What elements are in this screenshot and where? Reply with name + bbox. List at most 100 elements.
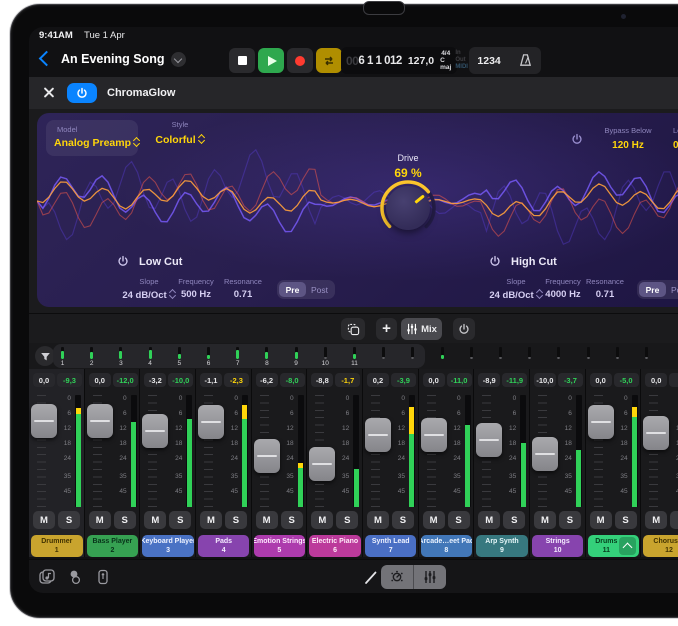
- solo-button[interactable]: S: [58, 511, 80, 529]
- pre-segment[interactable]: Pre: [279, 282, 306, 297]
- plugin-power-button[interactable]: [67, 83, 97, 103]
- play-button[interactable]: [258, 48, 284, 73]
- solo-button[interactable]: S: [336, 511, 358, 529]
- stop-button[interactable]: [229, 48, 255, 73]
- model-selector[interactable]: Model Analog Preamp: [46, 120, 138, 156]
- add-plugin-button[interactable]: +: [376, 318, 397, 340]
- paste-button[interactable]: [341, 318, 365, 340]
- mute-button[interactable]: M: [256, 511, 278, 529]
- track-label[interactable]: Chorus V12: [643, 535, 678, 557]
- post-segment[interactable]: Post: [666, 282, 678, 297]
- volume-value[interactable]: 0,0: [645, 373, 667, 387]
- knob-view-button[interactable]: [381, 565, 414, 589]
- track-label[interactable]: Keyboard Player3: [142, 535, 194, 557]
- low-cut-pre-post-toggle[interactable]: Pre Post: [277, 280, 335, 299]
- volume-value[interactable]: 0,0: [89, 373, 111, 387]
- model-value[interactable]: Analog Preamp: [54, 137, 140, 149]
- mixer-power-button[interactable]: [453, 318, 475, 340]
- pencil-icon[interactable]: [363, 570, 379, 586]
- bypass-below-value[interactable]: 120 Hz: [589, 140, 667, 151]
- controller-icon[interactable]: [95, 569, 111, 585]
- mute-button[interactable]: M: [478, 511, 500, 529]
- fader-handle[interactable]: [254, 439, 280, 473]
- solo-button[interactable]: S: [281, 511, 303, 529]
- mix-tab-button[interactable]: Mix: [401, 318, 442, 340]
- volume-value[interactable]: 0,0: [33, 373, 55, 387]
- fader-handle[interactable]: [365, 418, 391, 452]
- solo-button[interactable]: S: [114, 511, 136, 529]
- high-cut-power-icon[interactable]: [489, 255, 501, 267]
- volume-value[interactable]: 0,2: [367, 373, 389, 387]
- fader-handle[interactable]: [309, 447, 335, 481]
- solo-button[interactable]: S: [670, 511, 678, 529]
- volume-value[interactable]: 0,0: [423, 373, 445, 387]
- volume-value[interactable]: -6,2: [256, 373, 278, 387]
- record-button[interactable]: [287, 48, 313, 73]
- mute-button[interactable]: M: [423, 511, 445, 529]
- bypass-power-icon[interactable]: [571, 133, 583, 145]
- fader-handle[interactable]: [31, 404, 57, 438]
- mute-button[interactable]: M: [367, 511, 389, 529]
- volume-value[interactable]: -10,0: [534, 373, 556, 387]
- volume-value[interactable]: -8,9: [478, 373, 500, 387]
- fader-handle[interactable]: [142, 414, 168, 448]
- fader-handle[interactable]: [588, 405, 614, 439]
- cycle-button[interactable]: [316, 48, 342, 73]
- metronome-icon[interactable]: [518, 53, 533, 68]
- browser-icon[interactable]: [67, 569, 83, 585]
- solo-button[interactable]: S: [448, 511, 470, 529]
- volume-value[interactable]: -8,8: [311, 373, 333, 387]
- low-cut-resonance[interactable]: Resonance 0.71: [215, 277, 271, 300]
- close-icon[interactable]: [42, 86, 55, 99]
- mute-button[interactable]: M: [534, 511, 556, 529]
- mute-button[interactable]: M: [590, 511, 612, 529]
- track-label[interactable]: Bass Player2: [87, 535, 139, 557]
- track-label[interactable]: Electric Piano6: [309, 535, 361, 557]
- fader-handle[interactable]: [476, 423, 502, 457]
- level-control[interactable]: Level 0.0: [673, 126, 678, 151]
- volume-value[interactable]: 0,0: [590, 373, 612, 387]
- volume-value[interactable]: -3,2: [144, 373, 166, 387]
- bypass-below-control[interactable]: Bypass Below 120 Hz: [589, 126, 667, 151]
- count-in-group[interactable]: 1234: [469, 47, 541, 74]
- post-segment[interactable]: Post: [306, 282, 333, 297]
- fader-handle[interactable]: [421, 418, 447, 452]
- mute-button[interactable]: M: [33, 511, 55, 529]
- faders-view-button[interactable]: [414, 565, 446, 589]
- track-label[interactable]: Pads4: [198, 535, 250, 557]
- mute-button[interactable]: M: [311, 511, 333, 529]
- fader-handle[interactable]: [198, 405, 224, 439]
- track-label[interactable]: Drummer1: [31, 535, 83, 557]
- solo-button[interactable]: S: [225, 511, 247, 529]
- mute-button[interactable]: M: [144, 511, 166, 529]
- mute-button[interactable]: M: [89, 511, 111, 529]
- collapse-plugin-button[interactable]: [619, 537, 636, 555]
- solo-button[interactable]: S: [392, 511, 414, 529]
- track-label[interactable]: Drums11: [588, 535, 640, 557]
- style-value[interactable]: Colorful: [141, 134, 219, 146]
- track-label[interactable]: Arcade…eet Pad8: [421, 535, 473, 557]
- mute-button[interactable]: M: [200, 511, 222, 529]
- volume-value[interactable]: -1,1: [200, 373, 222, 387]
- loop-browser-icon[interactable]: [39, 569, 55, 585]
- low-cut-power-icon[interactable]: [117, 255, 129, 267]
- track-label[interactable]: Strings10: [532, 535, 584, 557]
- lcd-display[interactable]: 00 6 1 1 012 127,0 4/4C maj In OutMIDI: [341, 47, 457, 74]
- drive-knob[interactable]: [386, 186, 430, 230]
- count-in-button[interactable]: 1234: [477, 55, 500, 67]
- pre-segment[interactable]: Pre: [639, 282, 666, 297]
- mute-button[interactable]: M: [645, 511, 667, 529]
- back-icon[interactable]: [39, 51, 55, 67]
- song-title[interactable]: An Evening Song: [61, 52, 164, 66]
- high-cut-pre-post-toggle[interactable]: Pre Post: [637, 280, 678, 299]
- style-selector[interactable]: Style Colorful: [141, 120, 219, 146]
- high-cut-resonance[interactable]: Resonance 0.71: [577, 277, 633, 300]
- song-menu-button[interactable]: [171, 52, 186, 67]
- level-value[interactable]: 0.0: [673, 140, 678, 151]
- fader-handle[interactable]: [643, 416, 669, 450]
- solo-button[interactable]: S: [169, 511, 191, 529]
- fader-handle[interactable]: [87, 404, 113, 438]
- solo-button[interactable]: S: [503, 511, 525, 529]
- track-label[interactable]: Arp Synth9: [476, 535, 528, 557]
- track-label[interactable]: Synth Lead7: [365, 535, 417, 557]
